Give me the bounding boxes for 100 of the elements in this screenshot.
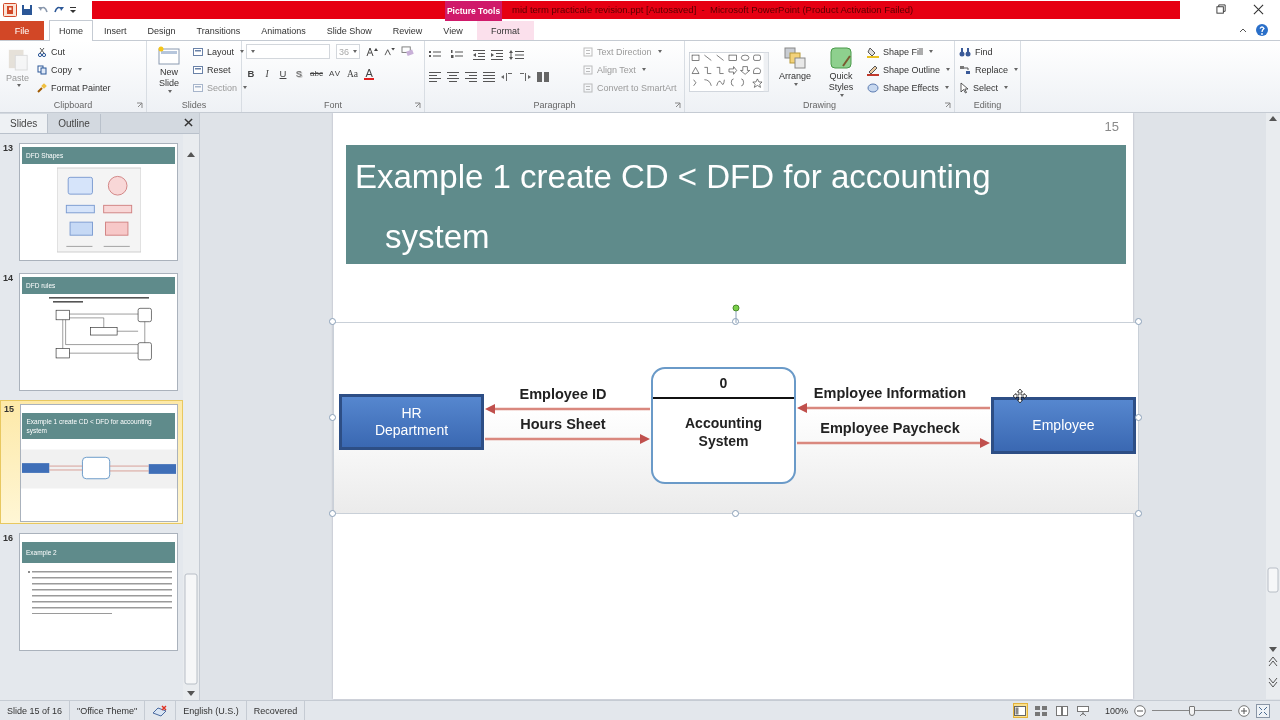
text-direction-ltr-icon[interactable]: [501, 71, 513, 82]
font-name-field[interactable]: [246, 44, 330, 60]
ribbon-tab[interactable]: File: [0, 20, 44, 40]
group-label: Font: [323, 98, 343, 112]
resize-handle[interactable]: [732, 317, 739, 325]
dialog-launcher-icon[interactable]: [136, 101, 143, 109]
ribbon-tab[interactable]: Animations: [251, 20, 316, 40]
zoom-level[interactable]: 100%: [1104, 705, 1128, 716]
resize-handle[interactable]: [1135, 413, 1142, 421]
ribbon-tab[interactable]: Home: [49, 19, 93, 41]
format-button[interactable]: Aa: [347, 68, 359, 79]
cursor-icon: [959, 81, 969, 94]
process-name: Accounting System: [684, 413, 763, 450]
ribbon-button[interactable]: Copy: [37, 62, 111, 77]
save-icon[interactable]: [21, 4, 33, 16]
resize-handle[interactable]: [329, 413, 336, 421]
decrease-indent-icon[interactable]: [473, 49, 485, 60]
process-id: 0: [653, 368, 794, 399]
view-button[interactable]: [1075, 703, 1091, 718]
dialog-launcher-icon[interactable]: [414, 101, 421, 109]
resize-handle[interactable]: [732, 509, 739, 517]
resize-handle[interactable]: [329, 317, 336, 325]
ribbon-tab[interactable]: Transitions: [186, 20, 251, 40]
columns-icon[interactable]: [537, 71, 549, 82]
window-title: mid term practicale revision.ppt [Autosaved] - Microsoft PowerPoint (Product Activation Failed): [512, 4, 914, 16]
format-button[interactable]: S: [294, 68, 304, 80]
new-slide-button[interactable]: New Slide: [151, 43, 187, 95]
dialog-launcher-icon[interactable]: [674, 101, 681, 109]
group-label: Editing: [972, 98, 1003, 112]
resize-handle[interactable]: [1135, 509, 1142, 517]
format-button[interactable]: A: [364, 67, 375, 80]
flow-label: Employee ID: [518, 384, 608, 403]
slide-counter: Slide 15 of 16: [0, 700, 71, 720]
ribbon-button[interactable]: Shape Fill: [866, 44, 950, 59]
ribbon-tab[interactable]: Review: [382, 20, 433, 40]
align-center-icon[interactable]: [447, 71, 459, 82]
restore-icon[interactable]: [1216, 4, 1227, 16]
rotation-handle[interactable]: [731, 302, 741, 323]
pane-tab[interactable]: Slides: [0, 113, 49, 133]
grow-font-icon[interactable]: [366, 46, 378, 57]
increase-indent-icon[interactable]: [491, 49, 503, 60]
slide-icon: [157, 45, 181, 66]
close-icon[interactable]: [1253, 4, 1264, 16]
ribbon-button[interactable]: Find: [959, 44, 1019, 59]
quick-styles-icon: [828, 45, 853, 70]
line-spacing-icon[interactable]: [509, 49, 525, 60]
format-button[interactable]: AV: [328, 69, 341, 79]
justify-icon[interactable]: [483, 71, 495, 82]
ribbon-button[interactable]: Format Painter: [37, 80, 111, 95]
ribbon-button[interactable]: Replace: [959, 62, 1019, 77]
diagram-image[interactable]: HR Department 0 Accounting System Employee Employee ID Hours Sheet Employee Information Employee Paycheck: [333, 321, 1139, 514]
ribbon-button[interactable]: Shape Outline: [866, 62, 950, 77]
ribbon-button[interactable]: Cut: [37, 44, 111, 59]
view-button[interactable]: [1012, 703, 1028, 718]
format-button[interactable]: B: [246, 68, 256, 80]
ribbon-button[interactable]: Shape Effects: [866, 80, 950, 95]
ribbon-button[interactable]: Quick Styles: [820, 43, 861, 99]
view-button[interactable]: [1033, 703, 1049, 718]
close-icon[interactable]: [184, 117, 193, 127]
language[interactable]: English (U.S.): [176, 700, 247, 720]
ribbon-tab[interactable]: View: [433, 20, 473, 40]
ribbon-button[interactable]: Layout: [193, 44, 248, 59]
entity-box: HR Department: [339, 393, 484, 450]
clear-formatting-icon[interactable]: [401, 46, 414, 58]
align-right-icon[interactable]: [465, 71, 477, 82]
ribbon-tab[interactable]: Design: [137, 20, 186, 40]
ribbon-button[interactable]: Arrange: [774, 43, 815, 88]
replace-icon: [959, 64, 971, 75]
flow-label: Employee Information: [812, 383, 968, 402]
resize-handle[interactable]: [1135, 317, 1142, 325]
collapse-ribbon-icon[interactable]: [1238, 26, 1248, 35]
view-button[interactable]: [1054, 703, 1070, 718]
zoom-out-icon[interactable]: [1134, 704, 1146, 717]
format-button[interactable]: abc: [310, 69, 323, 79]
ribbon-tab[interactable]: Format: [476, 20, 534, 40]
dialog-launcher-icon[interactable]: [944, 101, 951, 109]
help-icon[interactable]: [1256, 24, 1268, 37]
spelling-check-icon[interactable]: [152, 704, 169, 717]
zoom-in-icon[interactable]: [1238, 704, 1250, 717]
vertical-scrollbar[interactable]: [1266, 112, 1280, 699]
customize-caret-icon[interactable]: [69, 5, 77, 15]
text-direction-rtl-icon[interactable]: [519, 71, 531, 82]
ribbon-tab[interactable]: Insert: [94, 20, 137, 40]
shrink-font-icon[interactable]: [384, 47, 395, 57]
ribbon-tab[interactable]: Slide Show: [316, 20, 382, 40]
shape-effects-icon: [866, 81, 879, 94]
layout-icon: [193, 46, 203, 57]
app-icon[interactable]: [3, 3, 17, 17]
layout-icon: [193, 64, 203, 75]
align-left-icon[interactable]: [429, 71, 441, 82]
zoom-slider-thumb[interactable]: [1189, 705, 1195, 716]
format-button[interactable]: I: [262, 68, 272, 79]
format-button[interactable]: U: [278, 68, 288, 80]
fit-to-window-icon[interactable]: [1256, 703, 1270, 718]
ribbon-button[interactable]: Reset: [193, 62, 248, 77]
ribbon-button[interactable]: Select: [959, 80, 1019, 95]
group-label: Slides: [180, 98, 208, 112]
resize-handle[interactable]: [329, 509, 336, 517]
layout-icon: [193, 82, 203, 93]
theme-name: "Office Theme": [70, 700, 146, 720]
